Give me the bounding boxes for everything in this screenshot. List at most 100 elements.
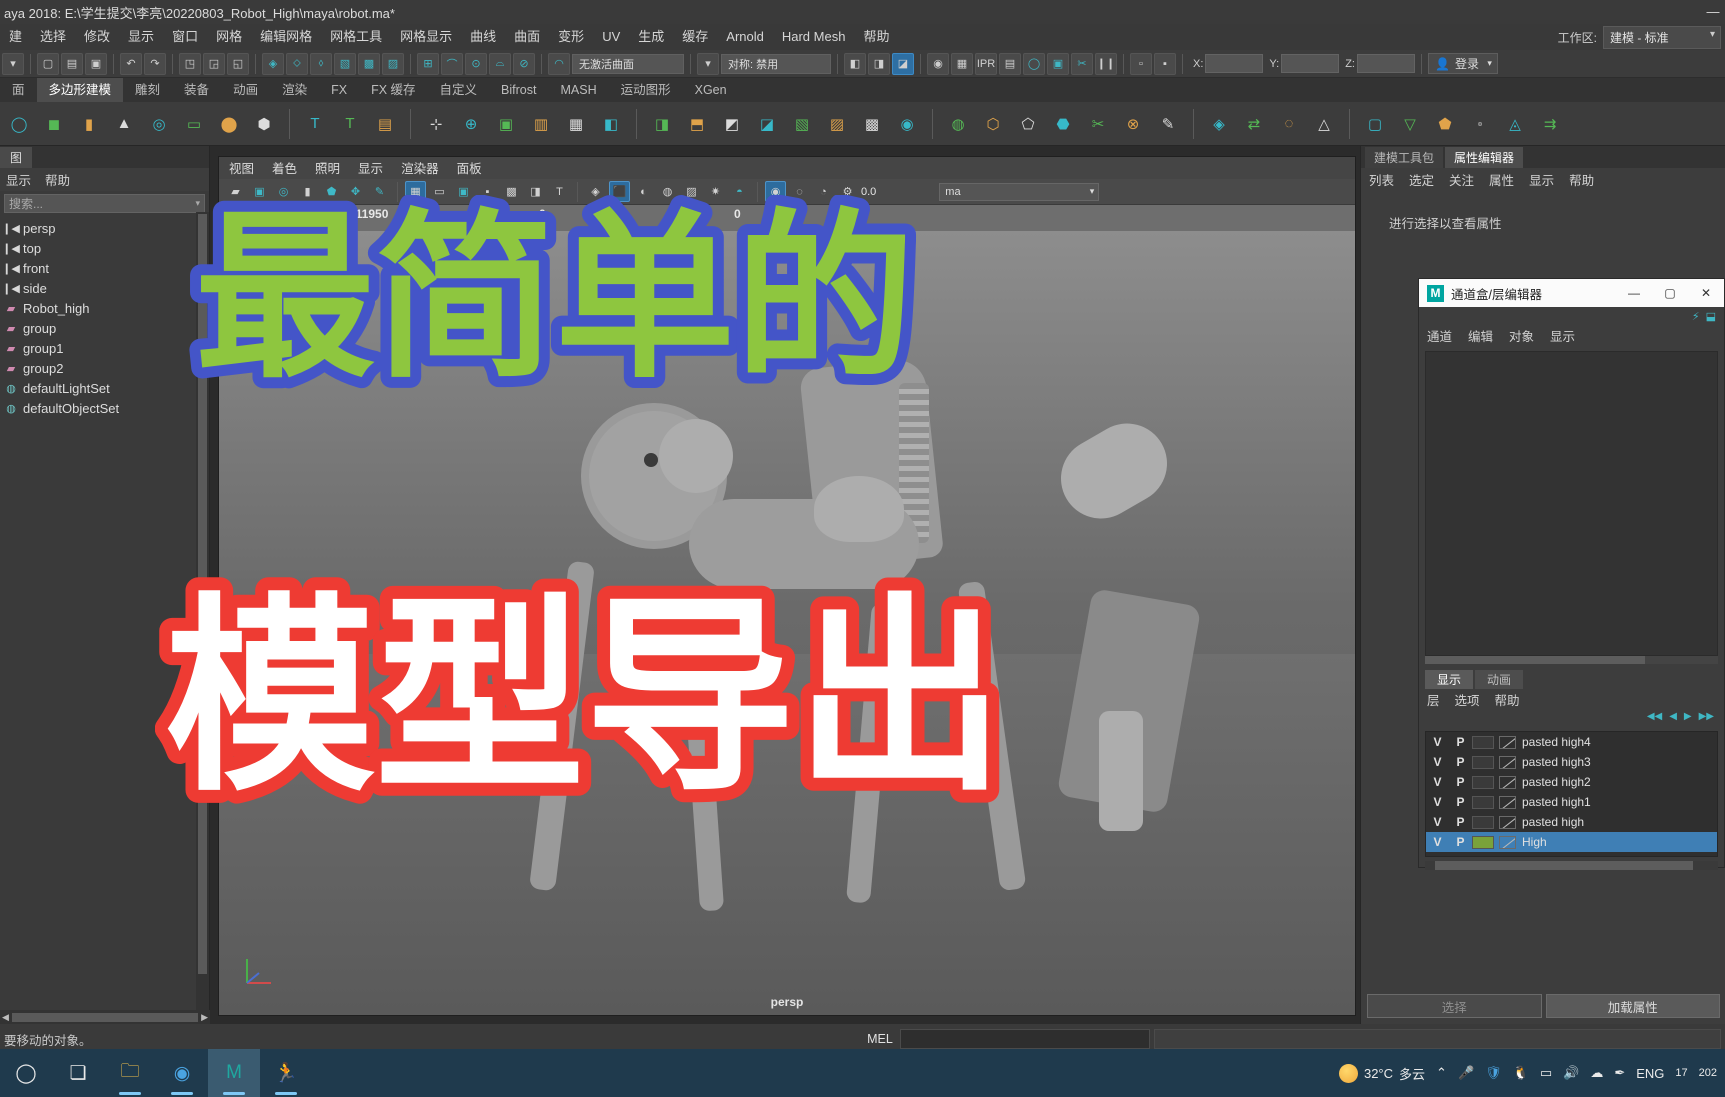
symmetry-dropdown-icon[interactable]: ▾	[697, 52, 719, 75]
open-scene-icon[interactable]: ▤	[61, 52, 83, 75]
layer-prev-icon[interactable]: ◀◀	[1647, 711, 1662, 727]
layer-state-box[interactable]	[1472, 775, 1494, 789]
app-icon[interactable]: 🏃	[260, 1049, 312, 1097]
layer-row-pasted__high2[interactable]: V Ppasted high2	[1426, 772, 1717, 792]
menu-item-4[interactable]: 窗口	[163, 24, 207, 50]
layer-playback-toggle[interactable]: P	[1449, 755, 1472, 769]
menu-item-9[interactable]: 曲线	[461, 24, 505, 50]
handle-icon[interactable]: ◈	[262, 52, 284, 75]
new-scene-icon[interactable]: ▢	[37, 52, 59, 75]
selection-mode-icon[interactable]: ▾	[2, 52, 24, 75]
layer-state-box[interactable]	[1472, 755, 1494, 769]
retopo-icon[interactable]: ⬞	[1464, 108, 1496, 140]
shelf-tab-5[interactable]: 渲染	[270, 78, 319, 102]
svg-text-icon[interactable]: T	[299, 108, 331, 140]
coord-y-input[interactable]	[1281, 54, 1340, 73]
mirror-icon[interactable]: ⇄	[1238, 108, 1270, 140]
menu-item-11[interactable]: 变形	[549, 24, 593, 50]
attribute-editor-tab-0[interactable]: 建模工具包	[1365, 147, 1444, 168]
snap-projected-icon[interactable]: ⌓	[489, 52, 511, 75]
show-hide-attribute-editor-icon[interactable]: ◪	[892, 52, 914, 75]
cloud-icon[interactable]: ☁	[1590, 1065, 1603, 1081]
wedge-icon[interactable]: ▨	[821, 108, 853, 140]
crease-icon[interactable]: ◬	[1499, 108, 1531, 140]
active-surface-field[interactable]: 无激活曲面	[572, 53, 684, 74]
undo-icon[interactable]: ↶	[120, 52, 142, 75]
scrollbar-thumb[interactable]	[1425, 656, 1645, 664]
outliner-tab[interactable]: 图	[0, 147, 33, 168]
booleans-icon[interactable]: ◧	[595, 108, 627, 140]
weather-widget[interactable]: 32°C 多云	[1338, 1063, 1425, 1083]
shelf-tab-10[interactable]: MASH	[548, 78, 608, 102]
layer-menu-1[interactable]: 选项	[1455, 690, 1480, 710]
layer-horizontal-scrollbar[interactable]	[1425, 861, 1718, 870]
bevel-icon[interactable]: ◩	[716, 108, 748, 140]
menu-item-12[interactable]: UV	[593, 24, 629, 50]
cube-icon[interactable]: ◼	[38, 108, 70, 140]
viewport-menu-5[interactable]: 面板	[457, 158, 482, 178]
layer-next-icon[interactable]: ▶▶	[1699, 711, 1714, 727]
triangulate-icon[interactable]: △	[1308, 108, 1340, 140]
attr-menu-5[interactable]: 帮助	[1569, 170, 1594, 190]
multi-cut-icon[interactable]: ✂	[1082, 108, 1114, 140]
outliner-item-persp[interactable]: ❙◀ persp	[0, 218, 209, 238]
combine-icon[interactable]: ▣	[490, 108, 522, 140]
shelf-tab-7[interactable]: FX 缓存	[359, 78, 427, 102]
bridge-icon[interactable]: ◪	[751, 108, 783, 140]
cone-icon[interactable]: ▲	[108, 108, 140, 140]
layer-state-box[interactable]	[1472, 815, 1494, 829]
outliner-item-Robot_high[interactable]: ▰ Robot_high	[0, 298, 209, 318]
shelf-tab-9[interactable]: Bifrost	[489, 78, 548, 102]
target-weld-icon[interactable]: ⊗	[1117, 108, 1149, 140]
merge-icon[interactable]: ◨	[646, 108, 678, 140]
select-by-hierarchy-icon[interactable]: ◳	[179, 52, 201, 75]
shelf-tab-6[interactable]: FX	[319, 78, 359, 102]
layer-color-swatch[interactable]	[1499, 775, 1516, 789]
load-attributes-button[interactable]: 加载属性	[1545, 994, 1720, 1018]
separate-icon[interactable]: ▥	[525, 108, 557, 140]
menu-item-16[interactable]: Hard Mesh	[773, 24, 855, 50]
shield-icon[interactable]: 🛡	[1485, 1065, 1502, 1081]
chevron-up-icon[interactable]: ⌃	[1436, 1065, 1447, 1081]
menu-item-0[interactable]: 建	[0, 24, 31, 50]
minimize-icon[interactable]: —	[1616, 286, 1652, 300]
snap-point-icon[interactable]: ⊙	[465, 52, 487, 75]
channel-box-title-bar[interactable]: M 通道盒/层编辑器 — ▢ ✕	[1419, 279, 1724, 307]
layer-color-swatch[interactable]	[1499, 815, 1516, 829]
shelf-tab-8[interactable]: 自定义	[428, 78, 490, 102]
menu-item-17[interactable]: 帮助	[854, 24, 898, 50]
attr-menu-4[interactable]: 显示	[1529, 170, 1554, 190]
smooth-icon[interactable]: ◌	[1273, 108, 1305, 140]
menu-item-13[interactable]: 生成	[629, 24, 673, 50]
close-icon[interactable]: ✕	[1688, 286, 1724, 300]
layer-state-box[interactable]	[1472, 835, 1494, 849]
type-icon[interactable]: T	[334, 108, 366, 140]
outliner-item-front[interactable]: ❙◀ front	[0, 258, 209, 278]
channel-box-speed-icon[interactable]: ⚡	[1692, 310, 1700, 323]
scrollbar-thumb[interactable]	[11, 1012, 199, 1022]
language-indicator[interactable]: ENG	[1636, 1066, 1664, 1081]
save-scene-icon[interactable]: ▣	[85, 52, 107, 75]
layer-visibility-toggle[interactable]: V	[1426, 735, 1449, 749]
channelbox-menu-2[interactable]: 对象	[1509, 326, 1534, 346]
channelbox-menu-0[interactable]: 通道	[1427, 326, 1452, 346]
file-explorer-icon[interactable]: 🗀	[104, 1049, 156, 1097]
channel-box-key-icon[interactable]: ⬓	[1706, 310, 1716, 323]
snap-icon[interactable]: ⊹	[420, 108, 452, 140]
faces-icon[interactable]: ▧	[334, 52, 356, 75]
outliner-item-group1[interactable]: ▰ group1	[0, 338, 209, 358]
render-setup-icon[interactable]: ✂	[1071, 52, 1093, 75]
layer-state-box[interactable]	[1472, 795, 1494, 809]
minimize-icon[interactable]: —	[1705, 0, 1721, 24]
layer-back-icon[interactable]: ◀	[1669, 711, 1677, 727]
layer-editor-tab-0[interactable]: 显示	[1425, 670, 1474, 689]
render-settings-icon[interactable]: ▤	[999, 52, 1021, 75]
scroll-left-icon[interactable]: ◀	[2, 1012, 9, 1023]
platonic-icon[interactable]: ⬢	[248, 108, 280, 140]
menu-item-5[interactable]: 网格	[207, 24, 251, 50]
layer-row-pasted__high4[interactable]: V Ppasted high4	[1426, 732, 1717, 752]
attr-menu-0[interactable]: 列表	[1369, 170, 1394, 190]
hypershade-icon[interactable]: ◯	[1023, 52, 1045, 75]
attr-menu-2[interactable]: 关注	[1449, 170, 1474, 190]
plane-icon[interactable]: ▭	[178, 108, 210, 140]
